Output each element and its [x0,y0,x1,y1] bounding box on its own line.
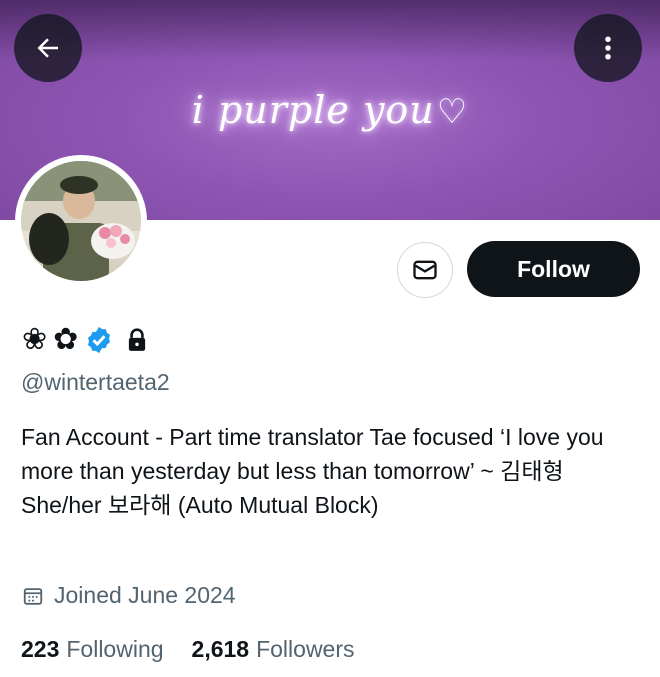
more-vertical-icon [605,36,611,60]
arrow-left-icon [37,38,58,58]
following-label: Following [66,636,164,662]
banner-caption-text: i purple you [191,88,435,132]
followers-label: Followers [256,636,355,662]
followers-link[interactable]: 2,618 Followers [192,636,355,663]
message-button[interactable] [397,242,453,298]
envelope-icon [413,260,437,280]
joined-text: Joined June 2024 [54,582,236,608]
banner-caption: i purple you♡ [0,88,660,132]
calendar-icon [23,587,43,605]
avatar-photo [21,161,141,281]
heart-icon: ♡ [436,92,469,132]
avatar[interactable] [15,155,147,287]
following-count: 223 [21,636,60,662]
flower-outline-icon: ❀ [22,323,48,356]
lock-icon [129,328,146,351]
avatar-illustration [21,161,141,281]
display-name: ❀ ✿ [22,322,150,358]
more-options-button[interactable] [574,14,642,82]
back-button[interactable] [14,14,82,82]
verified-badge-icon[interactable] [84,325,114,355]
profile-bio: Fan Account - Part time translator Tae f… [21,424,604,518]
flower-solid-icon: ✿ [53,323,79,356]
follow-button[interactable]: Follow [467,241,640,297]
followers-count: 2,618 [191,636,250,662]
banner-shade [0,0,660,60]
username-handle: @wintertaeta2 [21,369,170,395]
following-link[interactable]: 223 Following [21,636,164,663]
follow-stats: 223 Following 2,618 Followers [21,636,355,663]
joined-date: Joined June 2024 [22,582,236,609]
